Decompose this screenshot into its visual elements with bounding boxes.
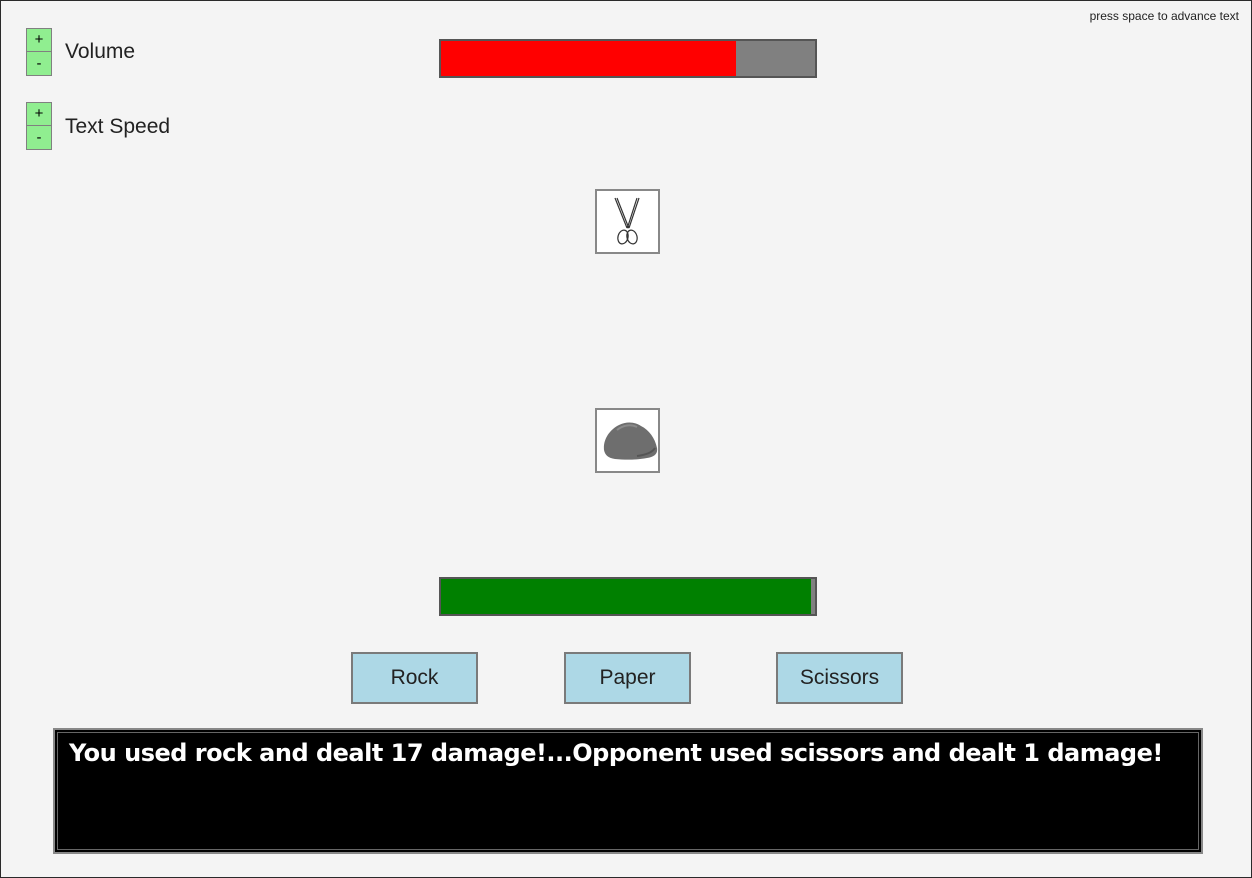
opponent-move-card	[595, 189, 660, 254]
scissors-button[interactable]: Scissors	[776, 652, 903, 704]
volume-label: Volume	[65, 40, 136, 63]
advance-text-hint: press space to advance text	[1089, 9, 1239, 23]
opponent-health-fill	[441, 41, 737, 76]
rock-button[interactable]: Rock	[351, 652, 478, 704]
player-health-bar	[439, 577, 817, 616]
text-speed-label: Text Speed	[65, 115, 171, 138]
volume-control: + -	[26, 28, 52, 76]
game-stage: press space to advance text + - Volume +…	[0, 0, 1252, 878]
volume-up-button[interactable]: +	[26, 28, 52, 52]
battle-message-box: You used rock and dealt 17 damage!...Opp…	[53, 728, 1203, 854]
scissors-icon	[614, 197, 640, 245]
text-speed-up-button[interactable]: +	[26, 102, 52, 126]
paper-button[interactable]: Paper	[564, 652, 691, 704]
volume-down-button[interactable]: -	[26, 52, 52, 76]
player-health-fill	[441, 579, 812, 614]
opponent-health-bar	[439, 39, 817, 78]
text-speed-down-button[interactable]: -	[26, 126, 52, 150]
battle-message: You used rock and dealt 17 damage!...Opp…	[69, 739, 1163, 767]
rock-icon	[603, 422, 658, 460]
text-speed-control: + -	[26, 102, 52, 150]
player-move-card	[595, 408, 660, 473]
